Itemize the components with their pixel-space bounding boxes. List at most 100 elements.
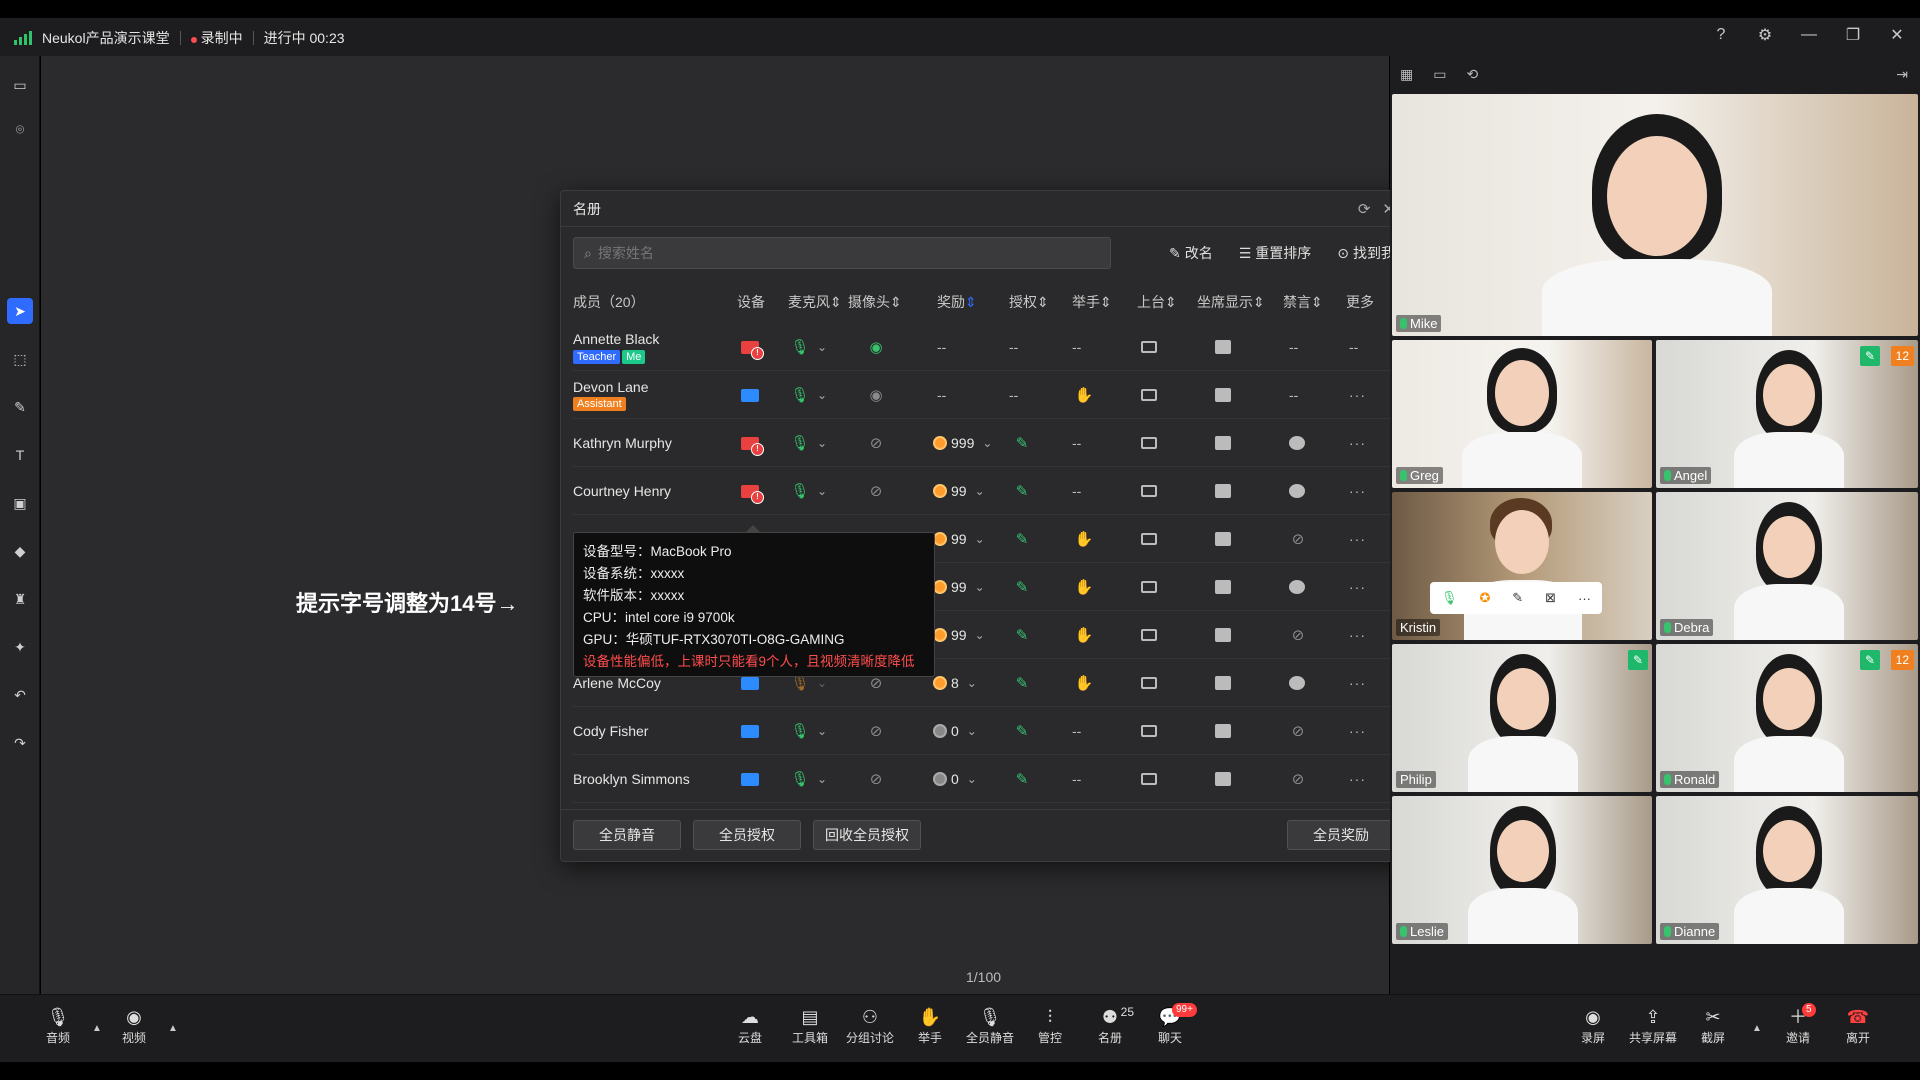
select-icon[interactable]: ⬚: [7, 346, 33, 372]
authorize-pen-icon[interactable]: ✎: [1013, 434, 1031, 452]
participant-video[interactable]: Debra: [1656, 492, 1918, 640]
leave-button[interactable]: ☎ 离开: [1830, 1005, 1886, 1046]
col-camera[interactable]: 摄像头 ⇕: [848, 287, 902, 317]
monitor-icon[interactable]: [741, 676, 759, 690]
stamp-icon[interactable]: ♜: [7, 586, 33, 612]
group-discussion-button[interactable]: ⚇ 分组讨论: [842, 1005, 898, 1046]
cursor-icon[interactable]: ➤: [7, 298, 33, 324]
chat-allowed-icon[interactable]: [1289, 580, 1305, 594]
screenshot-button[interactable]: ✂ 截屏: [1685, 1005, 1741, 1046]
rename-button[interactable]: ✎ 改名: [1169, 243, 1213, 263]
chevron-down-icon[interactable]: ⌄: [817, 340, 827, 354]
reward-all-button[interactable]: 全员奖励: [1287, 820, 1395, 850]
stage-icon[interactable]: [1141, 725, 1157, 737]
mic-on-icon[interactable]: 🎙: [790, 770, 809, 788]
participant-video[interactable]: ✎ 12 Angel: [1656, 340, 1918, 488]
record-button[interactable]: ◉ 录屏: [1565, 1005, 1621, 1046]
grid-view-icon[interactable]: ▦: [1400, 66, 1413, 83]
restore-icon[interactable]: ❐: [1842, 24, 1864, 46]
monitor-icon[interactable]: [741, 724, 759, 738]
chat-allowed-icon[interactable]: [1289, 676, 1305, 690]
chevron-down-icon[interactable]: ⌄: [967, 772, 977, 786]
toolbox-button[interactable]: ▤ 工具箱: [782, 1005, 838, 1046]
audio-button[interactable]: 🎙 音频: [30, 1005, 86, 1046]
mic-on-icon[interactable]: 🎙: [790, 722, 809, 740]
col-mute[interactable]: 禁言 ⇕: [1283, 287, 1323, 317]
seat-display-icon[interactable]: [1215, 676, 1231, 690]
authorize-pen-icon[interactable]: ✎: [1013, 626, 1031, 644]
hand-raised-icon[interactable]: ✋: [1075, 386, 1094, 404]
authorize-pen-icon[interactable]: ✎: [1013, 674, 1031, 692]
camera-off-icon[interactable]: ⊘: [867, 482, 885, 500]
camera-off-icon[interactable]: ⊘: [867, 722, 885, 740]
device-warning-icon[interactable]: [741, 484, 764, 504]
camera-off-icon[interactable]: ⊘: [867, 770, 885, 788]
eraser-icon[interactable]: ◆: [7, 538, 33, 564]
participant-video[interactable]: Greg: [1392, 340, 1652, 488]
device-warning-icon[interactable]: [741, 436, 764, 456]
stage-icon[interactable]: [1141, 533, 1157, 545]
stage-icon[interactable]: [1141, 773, 1157, 785]
more-button[interactable]: ···: [1349, 467, 1366, 515]
caret-up-icon[interactable]: ▲: [92, 1023, 102, 1034]
authorize-all-button[interactable]: 全员授权: [693, 820, 801, 850]
search-input[interactable]: [597, 245, 1078, 261]
stage-icon[interactable]: [1141, 389, 1157, 401]
chevron-down-icon[interactable]: ⌄: [975, 484, 985, 498]
teacher-video[interactable]: Mike: [1392, 94, 1918, 336]
mic-on-icon[interactable]: 🎙: [790, 482, 809, 500]
raise-hand-button[interactable]: ✋ 举手: [902, 1005, 958, 1046]
chevron-down-icon[interactable]: ⌄: [817, 388, 827, 402]
more-button[interactable]: ···: [1349, 371, 1366, 419]
chevron-down-icon[interactable]: ⌄: [967, 676, 977, 690]
chevron-down-icon[interactable]: ⌄: [817, 676, 827, 690]
more-button[interactable]: ···: [1349, 611, 1366, 659]
speaker-view-icon[interactable]: ▭: [1433, 66, 1446, 83]
stage-icon[interactable]: [1141, 581, 1157, 593]
stage-icon[interactable]: [1141, 677, 1157, 689]
participant-video[interactable]: Leslie: [1392, 796, 1652, 944]
reorder-button[interactable]: ☰ 重置排序: [1239, 243, 1312, 263]
chat-muted-icon[interactable]: ⊘: [1289, 770, 1307, 788]
collapse-panel-icon[interactable]: ⇥: [1896, 66, 1908, 83]
seat-display-icon[interactable]: [1215, 628, 1231, 642]
camera-off-icon[interactable]: ⊘: [867, 434, 885, 452]
chevron-down-icon[interactable]: ⌄: [817, 772, 827, 786]
device-warning-icon[interactable]: [741, 340, 764, 360]
seat-display-icon[interactable]: [1215, 724, 1231, 738]
authorize-pen-icon[interactable]: ✎: [1013, 578, 1031, 596]
chat-allowed-icon[interactable]: [1289, 484, 1305, 498]
chevron-down-icon[interactable]: ⌄: [975, 628, 985, 642]
text-icon[interactable]: T: [7, 442, 33, 468]
chevron-down-icon[interactable]: ⌄: [967, 724, 977, 738]
mute-all-button[interactable]: 🎙 全员静音: [962, 1005, 1018, 1046]
settings-icon[interactable]: ⚙: [1754, 24, 1776, 46]
invite-button[interactable]: ＋ 5 邀请: [1770, 1003, 1826, 1046]
chat-muted-icon[interactable]: ⊘: [1289, 722, 1307, 740]
seat-display-icon[interactable]: [1215, 532, 1231, 546]
chevron-down-icon[interactable]: ⌄: [817, 436, 827, 450]
more-button[interactable]: ···: [1349, 515, 1366, 563]
more-button[interactable]: ···: [1349, 755, 1366, 803]
participant-video[interactable]: Dianne: [1656, 796, 1918, 944]
revoke-authorize-icon[interactable]: ✎: [1512, 590, 1523, 606]
chevron-down-icon[interactable]: ⌄: [817, 724, 827, 738]
search-box[interactable]: ⌕: [573, 237, 1111, 269]
col-stage[interactable]: 上台 ⇕: [1137, 287, 1177, 317]
redo-icon[interactable]: ↷: [7, 730, 33, 756]
chat-button[interactable]: 💬 99+ 聊天: [1142, 1003, 1198, 1046]
more-icon[interactable]: ···: [1578, 591, 1591, 606]
seat-display-icon[interactable]: [1215, 772, 1231, 786]
participant-video[interactable]: ✎ Philip: [1392, 644, 1652, 792]
col-mic[interactable]: 麦克风 ⇕: [788, 287, 842, 317]
participant-video[interactable]: ✎ 12 Ronald: [1656, 644, 1918, 792]
col-reward[interactable]: 奖励 ⇕: [937, 287, 977, 317]
chat-allowed-icon[interactable]: [1289, 436, 1305, 450]
hand-raised-icon[interactable]: ✋: [1075, 530, 1094, 548]
send-offstage-icon[interactable]: ⊠: [1545, 590, 1556, 606]
seat-display-icon[interactable]: [1215, 388, 1231, 402]
hand-raised-icon[interactable]: ✋: [1075, 578, 1094, 596]
seat-display-icon[interactable]: [1215, 484, 1231, 498]
reward-icon[interactable]: ✪: [1479, 590, 1490, 606]
mute-all-button[interactable]: 全员静音: [573, 820, 681, 850]
